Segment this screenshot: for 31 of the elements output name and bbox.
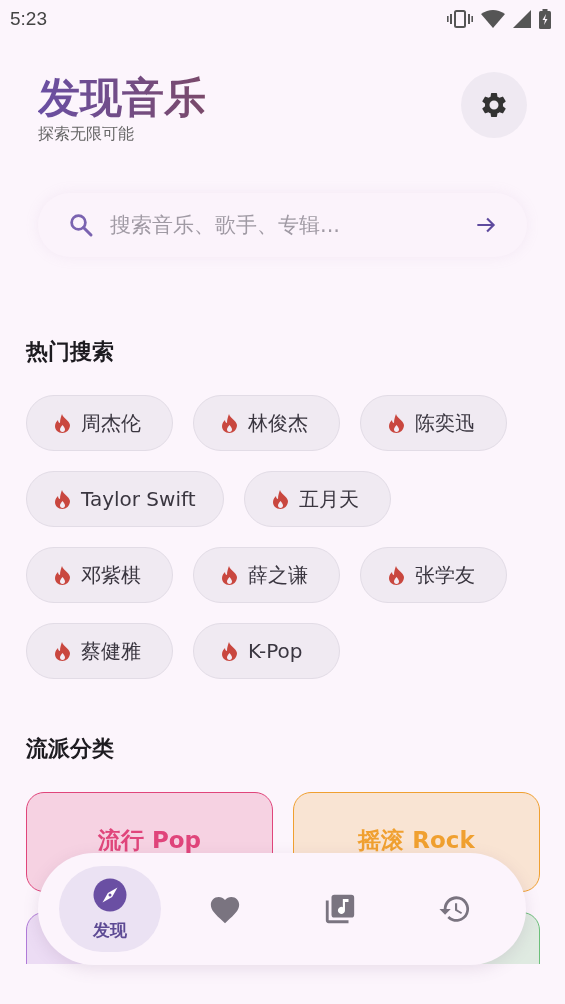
vibrate-icon: [447, 10, 473, 28]
battery-icon: [539, 9, 551, 29]
section-title: 热门搜索: [26, 338, 115, 367]
flame-icon: [388, 565, 405, 585]
flame-icon: [54, 413, 71, 433]
search-chip[interactable]: 陈奕迅: [360, 395, 507, 452]
wifi-icon: [481, 10, 505, 28]
search-chip[interactable]: 张学友: [360, 547, 507, 604]
status-time: 5:23: [10, 8, 47, 30]
flame-icon: [221, 565, 238, 585]
flame-icon: [221, 641, 238, 661]
flame-icon: [54, 565, 71, 585]
search-chip[interactable]: 五月天: [243, 471, 391, 528]
search-chip[interactable]: 林俊杰: [193, 395, 340, 452]
search-chip[interactable]: 周杰伦: [26, 395, 173, 452]
search-chip[interactable]: 薛之谦: [193, 547, 340, 604]
section-title: 流派分类: [26, 735, 115, 764]
flame-icon: [221, 413, 238, 433]
compass-icon: [91, 876, 128, 913]
search-chip[interactable]: Taylor Swift: [26, 471, 224, 528]
flame-icon: [54, 489, 71, 509]
search-field[interactable]: 搜索音乐、歌手、专辑...: [108, 212, 461, 239]
nav-tab[interactable]: 发现: [58, 866, 161, 952]
search-chip[interactable]: K-Pop: [193, 623, 340, 680]
page-subtitle: 探索无限可能: [38, 124, 135, 146]
flame-icon: [388, 413, 405, 433]
search-chip[interactable]: 邓紫棋: [26, 547, 173, 604]
signal-icon: [513, 10, 531, 28]
flame-icon: [271, 489, 289, 509]
flame-icon: [54, 641, 71, 661]
search-chip[interactable]: 蔡健雅: [26, 623, 173, 680]
